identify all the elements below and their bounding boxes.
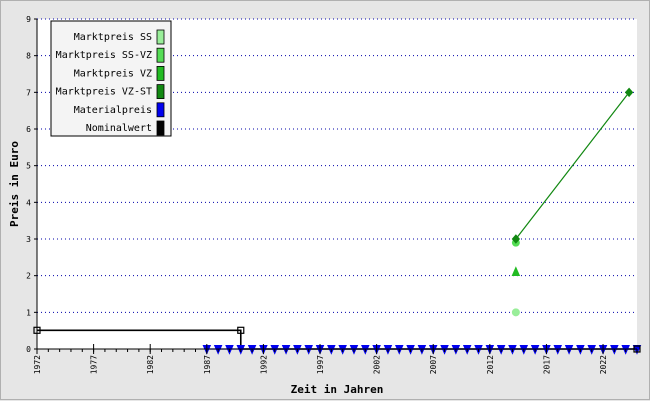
legend-label: Marktpreis VZ — [74, 68, 152, 79]
y-tick-label: 8 — [26, 52, 31, 61]
x-tick-label: 2007 — [429, 355, 438, 374]
x-tick-label: 2022 — [599, 355, 608, 374]
x-tick-label: 1987 — [203, 355, 212, 374]
legend-label: Marktpreis SS — [74, 32, 152, 43]
chart-frame: 0 1 2 3 4 5 6 7 8 9 1972 1977 1982 1987 1992 1997 2002 2… — [0, 0, 650, 400]
legend-swatch — [156, 29, 165, 45]
x-tick-label: 1997 — [316, 355, 325, 374]
y-axis-ticks: 0 1 2 3 4 5 6 7 8 9 — [26, 15, 37, 354]
y-tick-label: 1 — [26, 308, 31, 317]
y-tick-label: 7 — [26, 88, 31, 97]
legend-label: Materialpreis — [74, 105, 152, 116]
x-tick-label: 2002 — [373, 355, 382, 374]
x-tick-label: 1977 — [90, 355, 99, 374]
x-tick-label: 2017 — [542, 355, 551, 374]
y-tick-label: 0 — [26, 345, 31, 354]
legend-label: Marktpreis SS-VZ — [56, 50, 152, 61]
y-tick-label: 6 — [26, 125, 31, 134]
legend-swatch — [156, 66, 165, 81]
x-tick-label: 1982 — [146, 355, 155, 374]
legend-label: Nominalwert — [86, 123, 152, 134]
y-tick-label: 9 — [26, 15, 31, 24]
legend-swatch — [156, 120, 165, 136]
data-point-marktpreis-ss — [511, 308, 520, 317]
price-chart: 0 1 2 3 4 5 6 7 8 9 1972 1977 1982 1987 1992 1997 2002 2… — [8, 15, 642, 396]
y-axis-title: Preis in Euro — [8, 141, 21, 227]
legend-label: Marktpreis VZ-ST — [56, 87, 152, 98]
y-tick-label: 2 — [26, 272, 31, 281]
legend: Marktpreis SS Marktpreis SS-VZ Marktpreis … — [50, 20, 172, 137]
x-tick-label: 1972 — [33, 355, 42, 374]
x-axis-title: Zeit in Jahren — [291, 383, 384, 396]
x-tick-label: 1992 — [259, 355, 268, 374]
y-tick-label: 3 — [26, 235, 31, 244]
legend-swatch — [156, 47, 165, 63]
legend-swatch — [156, 84, 165, 99]
legend-swatch — [156, 102, 165, 118]
y-tick-label: 4 — [26, 198, 31, 207]
x-tick-label: 2012 — [486, 355, 495, 374]
y-tick-label: 5 — [26, 162, 31, 171]
